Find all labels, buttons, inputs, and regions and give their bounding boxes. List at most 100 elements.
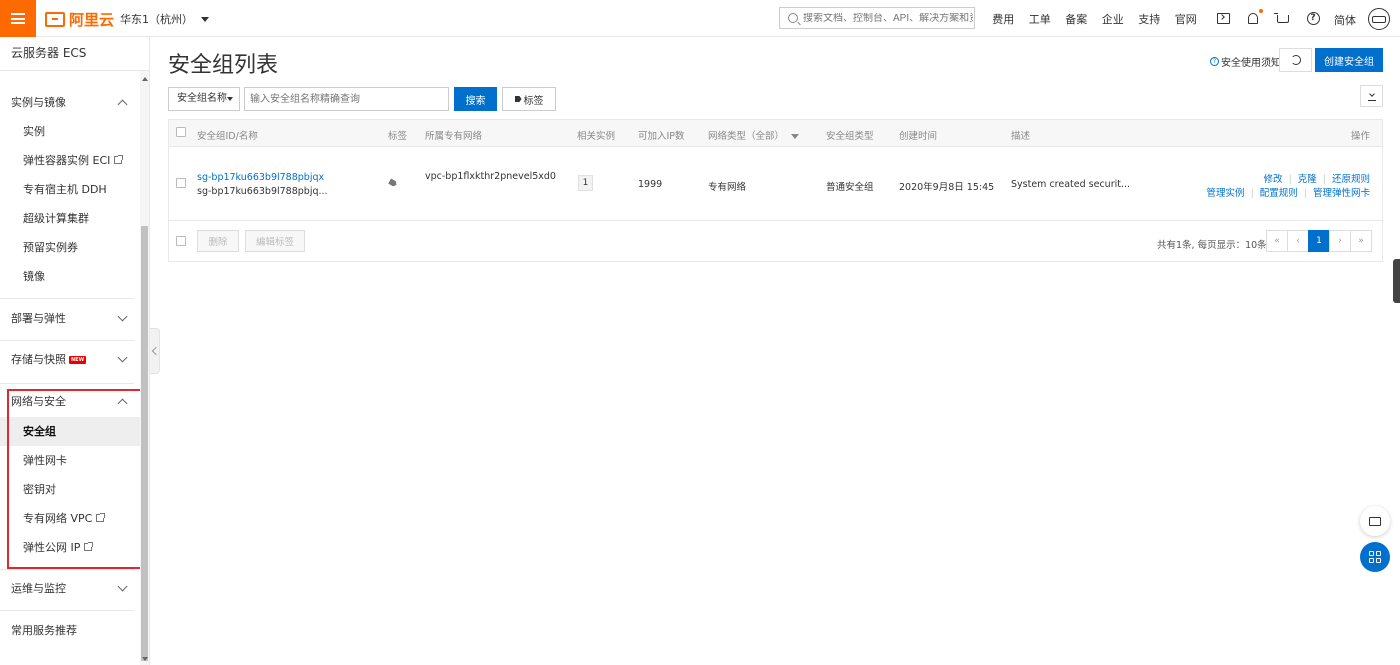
sidebar-divider — [0, 569, 134, 570]
export-icon — [1367, 92, 1376, 101]
row-actions-line1: 修改 | 克隆 | 还原规则 — [1263, 174, 1370, 185]
help-button[interactable]: ? — [1298, 0, 1328, 37]
page-next-button[interactable]: › — [1329, 230, 1351, 252]
filter-field-select[interactable]: 安全组名称 — [168, 87, 240, 111]
avatar-icon[interactable] — [1368, 8, 1390, 30]
sidebar-group-ops[interactable]: 运维与监控 — [0, 574, 140, 604]
scroll-up-icon[interactable] — [142, 77, 148, 81]
aliyun-logo-icon — [45, 11, 65, 27]
created-time: 2020年9月8日 15:45 — [899, 182, 995, 193]
top-link-icp[interactable]: 备案 — [1058, 11, 1095, 27]
col-network-type-label: 网络类型（全部） — [708, 131, 785, 142]
top-links: 费用 工单 备案 企业 支持 官网 — [985, 0, 1204, 37]
external-link-icon — [114, 155, 124, 164]
action-restore-rules[interactable]: 还原规则 — [1332, 174, 1370, 185]
top-link-support[interactable]: 支持 — [1131, 11, 1168, 27]
delete-button[interactable]: 删除 — [197, 230, 239, 252]
page-title: 安全组列表 — [168, 53, 279, 78]
instance-count-badge[interactable]: 1 — [578, 175, 593, 191]
scroll-down-icon[interactable] — [142, 657, 148, 661]
hamburger-icon — [11, 13, 25, 24]
aliyun-logo[interactable]: 阿里云 — [45, 9, 114, 29]
top-bar: 阿里云 华东1（杭州） 费用 工单 备案 企业 支持 官网 ? 简体 — [0, 0, 1400, 37]
caret-down-icon — [201, 16, 209, 22]
description: System created securit... — [1011, 179, 1131, 190]
export-button[interactable] — [1360, 85, 1383, 107]
chat-icon — [1369, 516, 1381, 526]
sidebar-divider — [0, 383, 134, 384]
top-link-website[interactable]: 官网 — [1168, 11, 1205, 27]
tag-icon — [514, 96, 522, 102]
region-label: 华东1（杭州） — [120, 13, 193, 26]
page-1-button[interactable]: 1 — [1308, 230, 1330, 252]
security-group-type: 普通安全组 — [826, 182, 874, 193]
sidebar-collapse-toggle[interactable] — [150, 328, 160, 374]
sidebar-divider — [0, 298, 134, 299]
ip-count: 1999 — [638, 179, 663, 190]
sidebar-group-instances[interactable]: 实例与镜像 — [0, 88, 140, 118]
sidebar-item-eci[interactable]: 弹性容器实例 ECI — [0, 146, 140, 175]
sidebar-group-storage[interactable]: 存储与快照 NEW — [0, 345, 140, 375]
sidebar-title[interactable]: 云服务器 ECS — [0, 37, 149, 71]
global-search[interactable] — [779, 7, 975, 29]
side-drawer-tab[interactable] — [1393, 259, 1400, 303]
terminal-button[interactable] — [1208, 0, 1238, 37]
cart-button[interactable] — [1268, 0, 1298, 37]
tag-icon[interactable] — [388, 178, 398, 187]
feedback-button[interactable] — [1360, 506, 1390, 536]
caret-down-icon — [227, 97, 233, 101]
col-instances: 相关实例 — [577, 131, 616, 142]
terminal-icon — [1216, 13, 1230, 24]
top-link-enterprise[interactable]: 企业 — [1095, 11, 1132, 27]
col-sg-type: 安全组类型 — [826, 131, 874, 142]
edit-tags-button[interactable]: 编辑标签 — [245, 230, 305, 252]
security-group-name: sg-bp17ku663b9l788pbjq... — [197, 186, 328, 197]
create-security-group-button[interactable]: 创建安全组 — [1315, 48, 1383, 72]
select-all-checkbox[interactable] — [176, 127, 186, 137]
sidebar-item-ddh[interactable]: 专有宿主机 DDH — [0, 175, 140, 204]
region-selector[interactable]: 华东1（杭州） — [120, 11, 209, 27]
col-id-name: 安全组ID/名称 — [197, 131, 258, 142]
page-prev-button[interactable]: ‹ — [1287, 230, 1309, 252]
language-switch[interactable]: 简体 — [1334, 12, 1356, 28]
notification-button[interactable] — [1238, 0, 1268, 37]
top-link-tickets[interactable]: 工单 — [1022, 11, 1059, 27]
menu-button[interactable] — [0, 0, 36, 37]
sidebar-item-ri[interactable]: 预留实例券 — [0, 233, 140, 262]
scrollbar-thumb[interactable] — [141, 226, 148, 661]
apps-grid-icon — [1369, 551, 1381, 563]
page-last-button[interactable]: » — [1350, 230, 1372, 252]
sidebar-item-scc[interactable]: 超级计算集群 — [0, 204, 140, 233]
question-icon: ? — [1210, 57, 1219, 66]
apps-button[interactable] — [1360, 542, 1390, 572]
bell-icon — [1248, 9, 1263, 24]
security-notice-link[interactable]: ? 安全使用须知 — [1210, 54, 1281, 69]
sidebar-group-deploy[interactable]: 部署与弹性 — [0, 304, 140, 334]
sidebar-item-images[interactable]: 镜像 — [0, 262, 140, 291]
sidebar-group-common[interactable]: 常用服务推荐 — [0, 616, 140, 646]
network-type: 专有网络 — [708, 182, 747, 193]
action-manage-instances[interactable]: 管理实例 — [1207, 188, 1245, 199]
tag-filter-button[interactable]: 标签 — [502, 87, 556, 111]
sidebar-item-instances[interactable]: 实例 — [0, 117, 140, 146]
sidebar-divider — [0, 610, 134, 611]
sidebar-scrollbar[interactable] — [140, 71, 149, 665]
col-created: 创建时间 — [899, 131, 938, 142]
action-manage-eni[interactable]: 管理弹性网卡 — [1313, 188, 1370, 199]
cart-icon — [1274, 12, 1289, 23]
table-header: 安全组ID/名称 标签 所属专有网络 相关实例 可加入IP数 网络类型（全部） … — [169, 120, 1382, 147]
filter-query-input[interactable] — [244, 87, 449, 111]
top-link-fees[interactable]: 费用 — [985, 11, 1022, 27]
search-button[interactable]: 搜索 — [454, 87, 497, 111]
action-configure-rules[interactable]: 配置规则 — [1260, 188, 1298, 199]
col-network-type-filter[interactable]: 网络类型（全部） — [708, 128, 800, 142]
row-checkbox[interactable] — [176, 178, 186, 188]
page-first-button[interactable]: « — [1266, 230, 1288, 252]
global-search-input[interactable] — [803, 12, 973, 24]
refresh-button[interactable] — [1279, 48, 1312, 72]
security-group-id-link[interactable]: sg-bp17ku663b9l788pbjqx — [197, 172, 324, 183]
action-clone[interactable]: 克隆 — [1298, 174, 1317, 185]
action-modify[interactable]: 修改 — [1264, 174, 1283, 185]
tag-filter-label: 标签 — [523, 95, 544, 107]
footer-select-all-checkbox[interactable] — [176, 236, 186, 246]
